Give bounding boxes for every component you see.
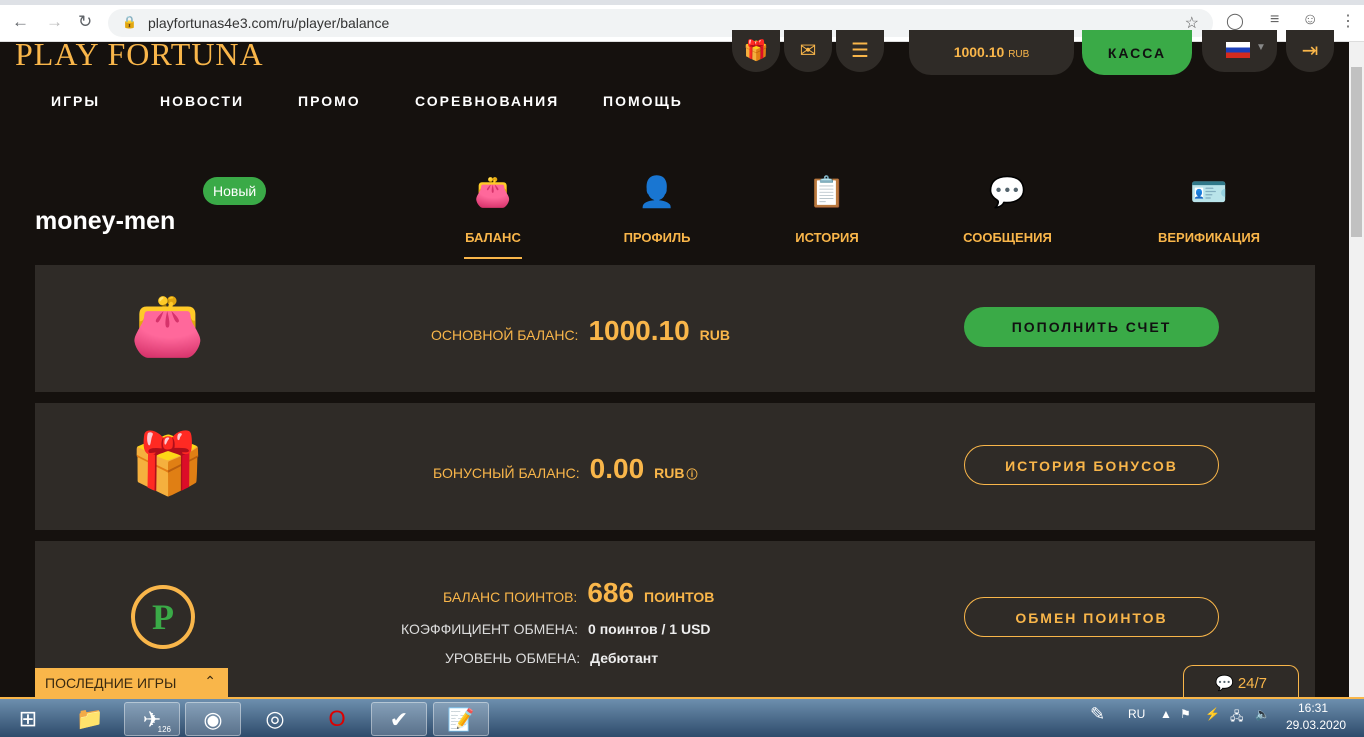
app-check-icon[interactable]: ✔ [371, 702, 427, 736]
explorer-icon[interactable]: 📁 [62, 702, 118, 736]
tab-label: ВЕРИФИКАЦИЯ [1157, 230, 1261, 245]
bonus-balance-value: 0.00 [589, 453, 645, 484]
media-icon[interactable]: ≡ [1270, 11, 1279, 29]
tray-expand-icon[interactable]: ▲ [1160, 707, 1172, 721]
exchange-level-row: УРОВЕНЬ ОБМЕНА: Дебютант [445, 650, 658, 666]
back-icon[interactable]: ← [12, 12, 29, 32]
network-icon[interactable]: 🖧 [1230, 707, 1243, 728]
nav-news[interactable]: НОВОСТИ [160, 93, 244, 109]
nav-tournaments[interactable]: СОРЕВНОВАНИЯ [415, 93, 559, 109]
gift-icon[interactable]: 🎁 [732, 30, 780, 72]
russia-flag-icon [1226, 42, 1250, 58]
nav-games[interactable]: ИГРЫ [51, 93, 100, 109]
support-chat-button[interactable]: 💬 24/7 [1183, 665, 1299, 697]
points-unit: ПОИНТОВ [644, 589, 715, 605]
tab-label: СООБЩЕНИЯ [963, 230, 1052, 245]
bonus-history-button[interactable]: ИСТОРИЯ БОНУСОВ [964, 445, 1219, 485]
chat-label: 24/7 [1237, 675, 1268, 692]
menu-icon[interactable]: ⋮ [1340, 11, 1356, 31]
tab-label: БАЛАНС [465, 230, 521, 245]
main-balance-panel: 👛 ОСНОВНОЙ БАЛАНС: 1000.10 RUB ПОПОЛНИТЬ… [35, 265, 1315, 392]
deposit-button[interactable]: ПОПОЛНИТЬ СЧЕТ [964, 307, 1219, 347]
nav-promo[interactable]: ПРОМО [298, 93, 361, 109]
status-badge: Новый [203, 177, 267, 205]
notepad-icon: 📋 [808, 176, 846, 209]
telegram-icon[interactable]: ✈ 126 [124, 702, 180, 736]
logout-icon[interactable]: ⇥ [1286, 30, 1334, 72]
clock-time[interactable]: 16:31 [1298, 701, 1328, 715]
tab-messages[interactable]: 💬 СООБЩЕНИЯ [960, 170, 1055, 245]
header-balance-currency: RUB [1008, 49, 1030, 60]
scrollbar[interactable] [1349, 42, 1364, 697]
chat-icon: 💬 [1214, 675, 1234, 692]
language-indicator[interactable]: RU [1128, 707, 1145, 721]
notes-icon[interactable]: ☰ [836, 30, 884, 72]
exchange-level-value: Дебютант [590, 650, 659, 666]
logo[interactable]: PLAY FORTUNA [15, 36, 264, 73]
tab-label: ПРОФИЛЬ [623, 230, 691, 245]
tab-profile[interactable]: 👤 ПРОФИЛЬ [620, 170, 694, 245]
tab-balance[interactable]: 👛 БАЛАНС [464, 170, 522, 259]
username: money-men [35, 207, 176, 235]
wallet-icon: 👛 [474, 176, 512, 209]
tray-flag-icon[interactable]: ⚑ [1180, 707, 1191, 721]
opera-icon[interactable]: O [309, 702, 365, 736]
gift-icon: 🎁 [130, 430, 205, 497]
chrome-icon[interactable]: ◉ [185, 702, 241, 736]
points-value: 686 [587, 577, 635, 608]
kassa-button[interactable]: КАССА [1082, 30, 1192, 75]
main-balance-row: ОСНОВНОЙ БАЛАНС: 1000.10 RUB [431, 315, 730, 347]
points-icon-letter: P [152, 597, 174, 637]
exchange-rate-value: 0 поинтов / 1 USD [588, 621, 711, 637]
chat-bubbles-icon: 💬 [988, 176, 1027, 209]
info-icon[interactable]: ⓘ [687, 466, 698, 482]
forward-icon[interactable]: → [46, 12, 63, 32]
bonus-balance-unit: RUB [654, 465, 685, 481]
tray-power-icon[interactable]: ⚡ [1205, 707, 1220, 721]
points-balance-row: БАЛАНС ПОИНТОВ: 686 ПОИНТОВ [443, 577, 714, 609]
pen-input-icon[interactable]: ✎ [1090, 704, 1105, 725]
bonus-balance-panel: 🎁 БОНУСНЫЙ БАЛАНС: 0.00 RUB ⓘ ИСТОРИЯ БО… [35, 403, 1315, 530]
language-selector[interactable]: ▼ [1202, 30, 1277, 72]
recent-games-label: ПОСЛЕДНИЕ ИГРЫ [45, 675, 177, 691]
chevron-down-icon: ▼ [1256, 42, 1266, 53]
chevron-up-icon: ⌃ [204, 673, 216, 689]
opera-extension-icon[interactable]: ◯ [1226, 11, 1244, 31]
clock-date[interactable]: 29.03.2020 [1286, 718, 1346, 732]
main-balance-label: ОСНОВНОЙ БАЛАНС: [431, 327, 579, 343]
telegram-badge: 126 [157, 725, 171, 734]
mail-icon[interactable]: ✉ [784, 30, 832, 72]
tab-strip [0, 0, 1364, 5]
wallet-icon: 👛 [130, 292, 205, 359]
bonus-balance-row: БОНУСНЫЙ БАЛАНС: 0.00 RUB ⓘ [433, 453, 698, 485]
chromium-icon[interactable]: ◎ [247, 702, 303, 736]
reload-icon[interactable]: ↻ [78, 12, 92, 32]
header-balance: 1000.10 RUB [909, 30, 1074, 75]
notepad-app-icon[interactable]: 📝 [433, 702, 489, 736]
volume-icon[interactable]: 🔈 [1255, 707, 1270, 721]
exchange-level-label: УРОВЕНЬ ОБМЕНА: [445, 650, 581, 666]
id-card-check-icon: 🪪 [1190, 176, 1228, 209]
start-button-icon[interactable]: ⊞ [0, 702, 56, 736]
tab-history[interactable]: 📋 ИСТОРИЯ [792, 170, 862, 245]
tab-verification[interactable]: 🪪 ВЕРИФИКАЦИЯ [1153, 170, 1265, 245]
exchange-rate-row: КОЭФФИЦИЕНТ ОБМЕНА: 0 поинтов / 1 USD [401, 621, 711, 637]
bonus-balance-label: БОНУСНЫЙ БАЛАНС: [433, 465, 580, 481]
scrollbar-thumb[interactable] [1351, 67, 1362, 237]
lock-icon: 🔒 [122, 15, 137, 29]
tab-label: ИСТОРИЯ [795, 230, 859, 245]
url-text: playfortunas4e3.com/ru/player/balance [148, 15, 390, 31]
windows-taskbar: ⊞ 📁 ✈ 126 ◉ ◎ O ✔ 📝 ✎ RU ▲ ⚑ ⚡ 🖧 🔈 16:31 … [0, 697, 1364, 737]
points-coin-icon: P [131, 585, 195, 649]
header-balance-value: 1000.10 [953, 44, 1005, 60]
nav-help[interactable]: ПОМОЩЬ [603, 93, 683, 109]
user-icon: 👤 [638, 176, 676, 209]
main-balance-value: 1000.10 [588, 315, 690, 346]
exchange-points-button[interactable]: ОБМЕН ПОИНТОВ [964, 597, 1219, 637]
main-balance-unit: RUB [699, 327, 731, 343]
exchange-rate-label: КОЭФФИЦИЕНТ ОБМЕНА: [401, 621, 579, 637]
profile-avatar-icon[interactable]: ☺ [1302, 11, 1318, 29]
points-label: БАЛАНС ПОИНТОВ: [443, 589, 578, 605]
recent-games-toggle[interactable]: ПОСЛЕДНИЕ ИГРЫ ⌃ [35, 668, 228, 697]
